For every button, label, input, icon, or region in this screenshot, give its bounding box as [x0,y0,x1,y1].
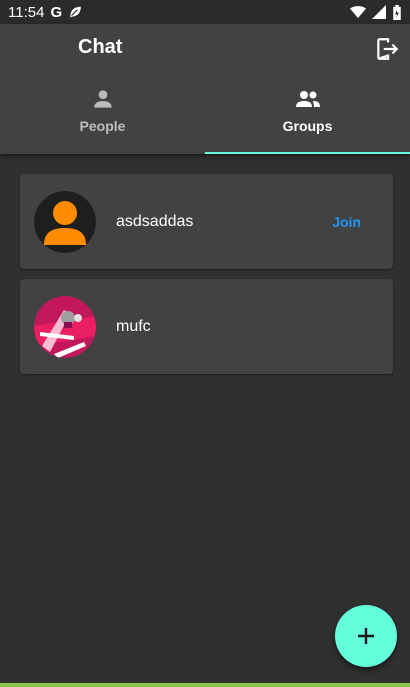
battery-icon [393,4,401,20]
tab-groups-label: Groups [282,118,333,134]
avatar [34,295,96,358]
group-name: mufc [116,317,151,335]
google-g-icon: G [50,3,63,21]
signal-icon [372,5,386,19]
app-bar: Chat People Groups [0,24,410,154]
group-list: asdsaddas Join mufc [20,174,393,384]
group-card[interactable]: mufc [20,279,393,374]
leaf-icon [70,6,81,18]
person-icon [93,90,112,108]
avatar [34,190,96,253]
active-tab-indicator [205,152,410,154]
bottom-edge-line [0,683,410,687]
page-title: Chat [78,36,123,58]
group-card[interactable]: asdsaddas Join [20,174,393,269]
group-icon [295,91,320,107]
add-group-button[interactable] [335,605,397,667]
logout-icon[interactable] [374,36,400,62]
join-button[interactable]: Join [332,214,361,230]
tab-people-label: People [79,118,126,134]
tab-groups[interactable]: Groups [205,80,410,154]
group-name: asdsaddas [116,212,194,230]
plus-icon [358,628,374,644]
pink-illustration-avatar-icon [34,295,96,358]
tab-people[interactable]: People [0,80,205,154]
status-bar: 11:54 G [0,0,410,24]
status-time: 11:54 [8,3,45,21]
wifi-icon [350,6,366,19]
tab-bar: People Groups [0,80,410,154]
default-person-avatar-icon [34,190,96,253]
